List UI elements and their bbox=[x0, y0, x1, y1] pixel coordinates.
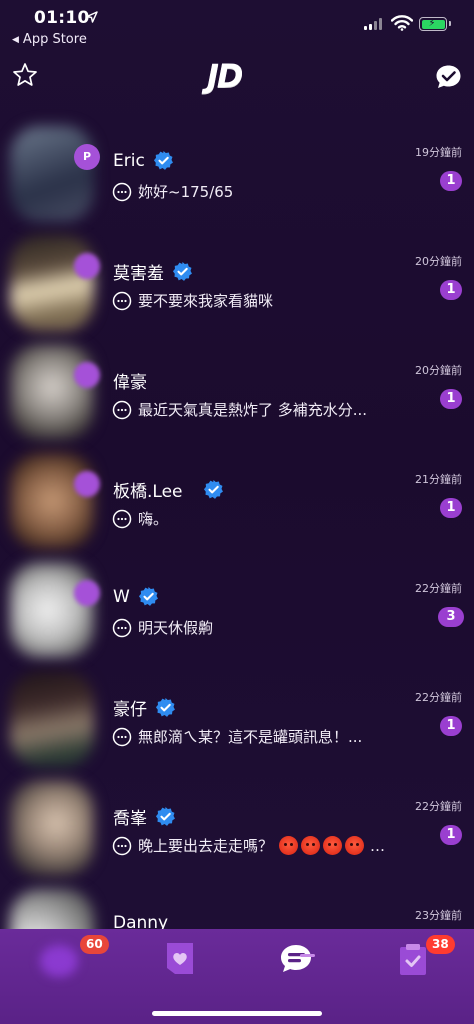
check-bubble-icon[interactable] bbox=[435, 64, 462, 90]
status-time: 01:10 bbox=[34, 8, 90, 28]
chat-tab-icon bbox=[281, 945, 315, 972]
tab-badge: 60 bbox=[80, 935, 109, 954]
message-time: 22分鐘前 bbox=[415, 582, 462, 595]
clipboard-check-icon bbox=[400, 944, 426, 975]
contact-name: W bbox=[113, 586, 130, 607]
avatar[interactable] bbox=[10, 126, 94, 222]
chat-row[interactable]: W 明天休假齁 22分鐘前 3 bbox=[0, 562, 474, 673]
unread-count-badge: 1 bbox=[440, 171, 462, 191]
chat-row[interactable]: P Eric 妳好~175/65 19分鐘前 1 bbox=[0, 126, 474, 237]
unread-count-badge: 1 bbox=[440, 716, 462, 736]
unread-count-badge: 1 bbox=[440, 389, 462, 409]
avatar[interactable] bbox=[10, 780, 94, 876]
chat-list: P Eric 妳好~175/65 19分鐘前 1 莫害羞 要不要來我家看貓咪 2… bbox=[0, 126, 474, 1000]
angry-face-emoji-icon bbox=[301, 836, 321, 855]
online-status-dot bbox=[74, 471, 100, 497]
message-ellipsis: … bbox=[370, 836, 386, 855]
last-message: 無郎滴ㄟ某？這不是罐頭訊息！... bbox=[138, 728, 363, 746]
chat-row[interactable]: 莫害羞 要不要來我家看貓咪 20分鐘前 1 bbox=[0, 235, 474, 346]
tab-likes[interactable] bbox=[164, 941, 204, 977]
chat-bubble-icon bbox=[112, 291, 132, 310]
tab-badge: 38 bbox=[426, 935, 455, 954]
avatar[interactable] bbox=[10, 671, 94, 767]
verified-badge-icon bbox=[203, 479, 223, 499]
message-time: 23分鐘前 bbox=[415, 909, 462, 922]
angry-emoji-group bbox=[279, 836, 365, 855]
avatar[interactable] bbox=[10, 453, 94, 549]
last-message: 最近天氣真是熱炸了 多補充水分... bbox=[138, 401, 368, 419]
bottom-tab-bar: 60 38 bbox=[0, 929, 474, 1024]
message-time: 20分鐘前 bbox=[415, 364, 462, 377]
last-message: 晚上要出去走走嗎？ bbox=[138, 837, 274, 855]
app-logo: JD bbox=[207, 57, 243, 95]
chat-bubble-icon bbox=[112, 836, 132, 855]
contact-name: Eric bbox=[113, 150, 145, 171]
verified-badge-icon bbox=[138, 586, 158, 606]
tab-messages[interactable] bbox=[278, 941, 318, 977]
contact-name: 喬峯 bbox=[113, 809, 147, 829]
avatar[interactable] bbox=[10, 235, 94, 331]
message-time: 19分鐘前 bbox=[415, 146, 462, 159]
back-app-label: App Store bbox=[22, 32, 87, 47]
message-time: 22分鐘前 bbox=[415, 691, 462, 704]
contact-name: 豪仔 bbox=[113, 700, 147, 720]
chat-bubble-icon bbox=[112, 400, 132, 419]
chat-row[interactable]: 喬峯 晚上要出去走走嗎？ … 22分鐘前 1 bbox=[0, 780, 474, 891]
chat-bubble-icon bbox=[112, 618, 132, 637]
last-message: 要不要來我家看貓咪 bbox=[138, 292, 274, 310]
message-time: 21分鐘前 bbox=[415, 473, 462, 486]
last-message: 明天休假齁 bbox=[138, 619, 214, 637]
online-status-dot bbox=[74, 362, 100, 388]
heart-card-icon bbox=[167, 943, 193, 974]
online-status-dot bbox=[74, 253, 100, 279]
last-message: 妳好~175/65 bbox=[138, 183, 234, 201]
profile-blob-icon bbox=[40, 945, 78, 977]
last-message: 嗨。 bbox=[138, 510, 169, 528]
contact-name: 莫害羞 bbox=[113, 264, 164, 284]
unread-count-badge: 1 bbox=[440, 498, 462, 518]
back-triangle-icon: ◀ bbox=[12, 34, 19, 45]
chat-row[interactable]: 偉豪 最近天氣真是熱炸了 多補充水分... 20分鐘前 1 bbox=[0, 344, 474, 455]
chat-row[interactable]: 豪仔 無郎滴ㄟ某？這不是罐頭訊息！... 22分鐘前 1 bbox=[0, 671, 474, 782]
status-bar: 01:10 ◀ App Store ⚡ bbox=[0, 0, 474, 52]
unread-count-badge: 1 bbox=[440, 280, 462, 300]
app-header: JD bbox=[0, 52, 474, 108]
battery-icon: ⚡ bbox=[419, 17, 451, 31]
cellular-signal-icon bbox=[364, 18, 382, 30]
avatar[interactable] bbox=[10, 344, 94, 440]
angry-face-emoji-icon bbox=[345, 836, 365, 855]
chat-bubble-icon bbox=[112, 182, 132, 201]
back-to-app-store[interactable]: ◀ App Store bbox=[12, 32, 87, 47]
tab-explore[interactable]: 60 bbox=[40, 935, 109, 977]
verified-badge-icon bbox=[155, 697, 175, 717]
contact-name: 偉豪 bbox=[113, 373, 147, 393]
verified-badge-icon bbox=[155, 806, 175, 826]
unread-count-badge: 3 bbox=[438, 607, 464, 627]
chat-bubble-icon bbox=[112, 727, 132, 746]
message-time: 20分鐘前 bbox=[415, 255, 462, 268]
verified-badge-icon bbox=[172, 261, 192, 281]
star-icon[interactable] bbox=[12, 62, 38, 88]
avatar[interactable] bbox=[10, 562, 94, 658]
verified-badge-icon bbox=[153, 150, 173, 170]
message-time: 22分鐘前 bbox=[415, 800, 462, 813]
online-status-dot bbox=[74, 580, 100, 606]
online-status-dot: P bbox=[74, 144, 100, 170]
chat-bubble-icon bbox=[112, 509, 132, 528]
chat-row[interactable]: 板橋.Lee 嗨。 21分鐘前 1 bbox=[0, 453, 474, 564]
location-arrow-icon bbox=[86, 11, 98, 23]
contact-name: 板橋.Lee bbox=[113, 482, 183, 502]
angry-face-emoji-icon bbox=[323, 836, 343, 855]
wifi-icon bbox=[391, 15, 413, 31]
tab-tasks[interactable]: 38 bbox=[396, 935, 455, 977]
home-indicator[interactable] bbox=[152, 1011, 322, 1016]
unread-count-badge: 1 bbox=[440, 825, 462, 845]
angry-face-emoji-icon bbox=[279, 836, 299, 855]
